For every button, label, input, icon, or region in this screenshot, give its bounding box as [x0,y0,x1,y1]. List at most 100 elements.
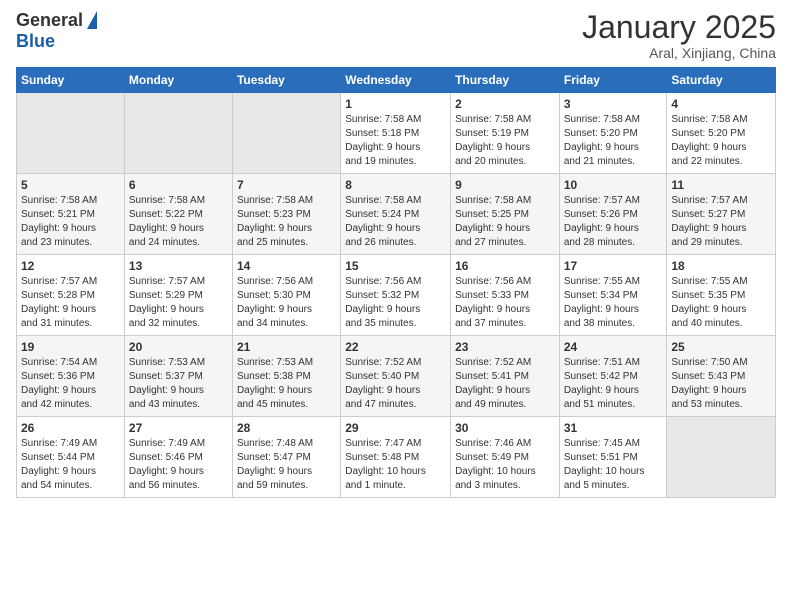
day-info: Sunrise: 7:46 AMSunset: 5:49 PMDaylight:… [455,437,555,493]
month-title: January 2025 [582,10,776,45]
calendar-cell: 23 Sunrise: 7:52 AMSunset: 5:41 PMDayligh… [451,336,560,417]
day-number: 15 [345,259,446,273]
calendar-cell: 8 Sunrise: 7:58 AMSunset: 5:24 PMDaylight… [341,174,451,255]
day-info: Sunrise: 7:54 AMSunset: 5:36 PMDaylight:… [21,356,120,412]
day-number: 14 [237,259,336,273]
weekday-header-row: SundayMondayTuesdayWednesdayThursdayFrid… [17,68,776,93]
calendar-cell: 9Sunrise: 7:58 AMSunset: 5:25 PMDaylight… [451,174,560,255]
day-info: Sunrise: 7:55 AMSunset: 5:34 PMDaylight:… [564,275,663,331]
day-info: Sunrise: 7:58 AMSunset: 5:21 PMDaylight:… [21,194,120,250]
calendar-cell: 24 Sunrise: 7:51 AMSunset: 5:42 PMDayligh… [559,336,667,417]
calendar-cell [17,93,125,174]
day-info: Sunrise: 7:53 AMSunset: 5:37 PMDaylight:… [129,356,228,412]
calendar-cell: 14Sunrise: 7:56 AMSunset: 5:30 PMDayligh… [232,255,340,336]
day-info: Sunrise: 7:58 AMSunset: 5:20 PMDaylight:… [671,113,771,169]
day-number: 20 [129,340,228,354]
day-number: 22 [345,340,446,354]
calendar-cell: 27Sunrise: 7:49 AMSunset: 5:46 PMDayligh… [124,417,232,498]
calendar-cell: 21Sunrise: 7:53 AMSunset: 5:38 PMDayligh… [232,336,340,417]
calendar-cell: 28 Sunrise: 7:48 AMSunset: 5:47 PMDayligh… [232,417,340,498]
calendar-cell: 2 Sunrise: 7:58 AMSunset: 5:19 PMDaylight… [451,93,560,174]
weekday-header-friday: Friday [559,68,667,93]
day-info: Sunrise: 7:57 AMSunset: 5:27 PMDaylight:… [671,194,771,250]
calendar-cell: 30 Sunrise: 7:46 AMSunset: 5:49 PMDayligh… [451,417,560,498]
calendar-cell: 19 Sunrise: 7:54 AMSunset: 5:36 PMDayligh… [17,336,125,417]
calendar-cell: 25 Sunrise: 7:50 AMSunset: 5:43 PMDayligh… [667,336,776,417]
calendar-cell: 5 Sunrise: 7:58 AMSunset: 5:21 PMDaylight… [17,174,125,255]
title-block: January 2025 Aral, Xinjiang, China [582,10,776,61]
day-number: 19 [21,340,120,354]
day-number: 31 [564,421,663,435]
calendar-cell: 13 Sunrise: 7:57 AMSunset: 5:29 PMDayligh… [124,255,232,336]
day-number: 1 [345,97,446,111]
day-info: Sunrise: 7:51 AMSunset: 5:42 PMDaylight:… [564,356,663,412]
calendar-cell: 7Sunrise: 7:58 AMSunset: 5:23 PMDaylight… [232,174,340,255]
day-info: Sunrise: 7:45 AMSunset: 5:51 PMDaylight:… [564,437,663,493]
calendar-cell: 11Sunrise: 7:57 AMSunset: 5:27 PMDayligh… [667,174,776,255]
day-info: Sunrise: 7:58 AMSunset: 5:22 PMDaylight:… [129,194,228,250]
day-info: Sunrise: 7:52 AMSunset: 5:40 PMDaylight:… [345,356,446,412]
calendar-cell: 26 Sunrise: 7:49 AMSunset: 5:44 PMDayligh… [17,417,125,498]
day-info: Sunrise: 7:57 AMSunset: 5:28 PMDaylight:… [21,275,120,331]
calendar-cell [124,93,232,174]
calendar-cell: 17Sunrise: 7:55 AMSunset: 5:34 PMDayligh… [559,255,667,336]
calendar-cell: 29 Sunrise: 7:47 AMSunset: 5:48 PMDayligh… [341,417,451,498]
calendar-cell: 10 Sunrise: 7:57 AMSunset: 5:26 PMDayligh… [559,174,667,255]
weekday-header-saturday: Saturday [667,68,776,93]
day-number: 8 [345,178,446,192]
day-number: 4 [671,97,771,111]
logo-general-text: General [16,10,83,31]
day-number: 24 [564,340,663,354]
weekday-header-wednesday: Wednesday [341,68,451,93]
weekday-header-tuesday: Tuesday [232,68,340,93]
day-number: 26 [21,421,120,435]
weekday-header-monday: Monday [124,68,232,93]
day-number: 28 [237,421,336,435]
logo-triangle-icon [87,11,97,29]
day-number: 9 [455,178,555,192]
logo-blue-text: Blue [16,31,55,52]
weekday-header-sunday: Sunday [17,68,125,93]
calendar-week-row: 1 Sunrise: 7:58 AMSunset: 5:18 PMDaylight… [17,93,776,174]
day-number: 13 [129,259,228,273]
day-number: 2 [455,97,555,111]
calendar-cell: 6Sunrise: 7:58 AMSunset: 5:22 PMDaylight… [124,174,232,255]
day-info: Sunrise: 7:49 AMSunset: 5:44 PMDaylight:… [21,437,120,493]
day-number: 23 [455,340,555,354]
calendar-cell: 1 Sunrise: 7:58 AMSunset: 5:18 PMDaylight… [341,93,451,174]
calendar-cell [232,93,340,174]
day-info: Sunrise: 7:58 AMSunset: 5:24 PMDaylight:… [345,194,446,250]
day-info: Sunrise: 7:56 AMSunset: 5:32 PMDaylight:… [345,275,446,331]
day-number: 25 [671,340,771,354]
day-info: Sunrise: 7:58 AMSunset: 5:19 PMDaylight:… [455,113,555,169]
calendar-cell: 3Sunrise: 7:58 AMSunset: 5:20 PMDaylight… [559,93,667,174]
day-info: Sunrise: 7:58 AMSunset: 5:18 PMDaylight:… [345,113,446,169]
logo: General Blue [16,10,97,52]
day-number: 21 [237,340,336,354]
calendar-cell: 18Sunrise: 7:55 AMSunset: 5:35 PMDayligh… [667,255,776,336]
calendar-week-row: 12 Sunrise: 7:57 AMSunset: 5:28 PMDayligh… [17,255,776,336]
day-info: Sunrise: 7:57 AMSunset: 5:26 PMDaylight:… [564,194,663,250]
day-info: Sunrise: 7:50 AMSunset: 5:43 PMDaylight:… [671,356,771,412]
day-number: 12 [21,259,120,273]
weekday-header-thursday: Thursday [451,68,560,93]
calendar-cell: 22 Sunrise: 7:52 AMSunset: 5:40 PMDayligh… [341,336,451,417]
calendar-week-row: 26 Sunrise: 7:49 AMSunset: 5:44 PMDayligh… [17,417,776,498]
day-number: 10 [564,178,663,192]
calendar-week-row: 19 Sunrise: 7:54 AMSunset: 5:36 PMDayligh… [17,336,776,417]
day-info: Sunrise: 7:55 AMSunset: 5:35 PMDaylight:… [671,275,771,331]
day-info: Sunrise: 7:48 AMSunset: 5:47 PMDaylight:… [237,437,336,493]
day-number: 29 [345,421,446,435]
day-number: 5 [21,178,120,192]
day-info: Sunrise: 7:52 AMSunset: 5:41 PMDaylight:… [455,356,555,412]
location-title: Aral, Xinjiang, China [582,45,776,61]
day-info: Sunrise: 7:58 AMSunset: 5:23 PMDaylight:… [237,194,336,250]
calendar-cell: 31 Sunrise: 7:45 AMSunset: 5:51 PMDayligh… [559,417,667,498]
day-number: 30 [455,421,555,435]
day-info: Sunrise: 7:47 AMSunset: 5:48 PMDaylight:… [345,437,446,493]
header: General Blue January 2025 Aral, Xinjiang… [16,10,776,61]
day-info: Sunrise: 7:57 AMSunset: 5:29 PMDaylight:… [129,275,228,331]
calendar-cell: 15 Sunrise: 7:56 AMSunset: 5:32 PMDayligh… [341,255,451,336]
day-info: Sunrise: 7:58 AMSunset: 5:20 PMDaylight:… [564,113,663,169]
day-info: Sunrise: 7:49 AMSunset: 5:46 PMDaylight:… [129,437,228,493]
